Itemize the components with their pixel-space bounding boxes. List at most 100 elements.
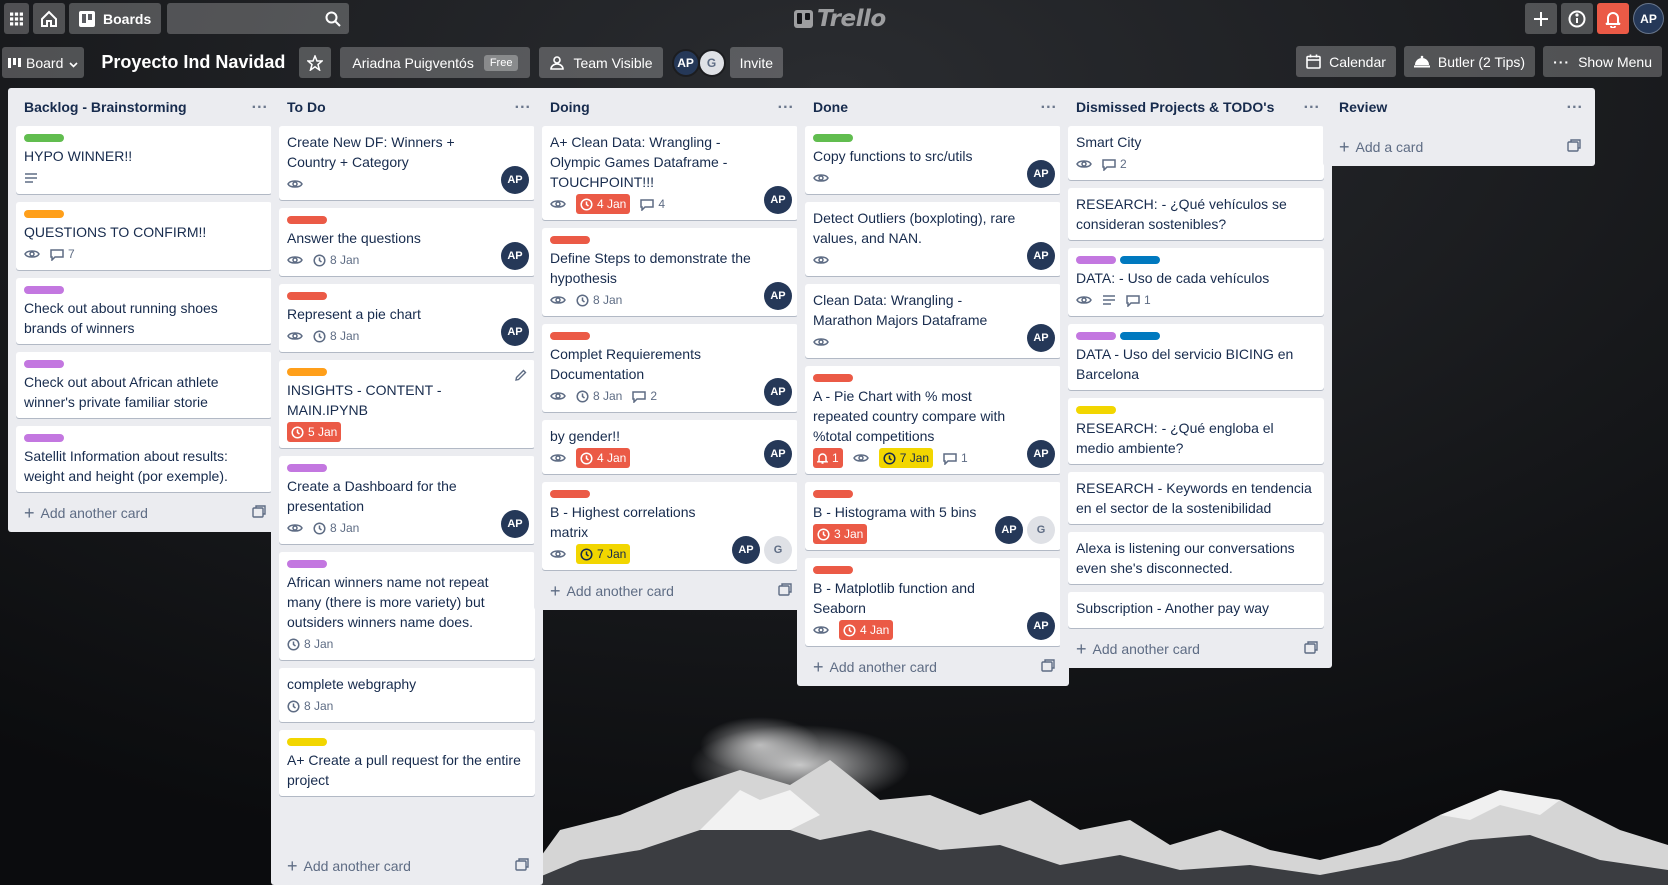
member-avatar[interactable]: AP xyxy=(995,516,1023,544)
card[interactable]: Represent a pie chart 8 Jan AP xyxy=(279,284,535,352)
member-avatar[interactable]: AP xyxy=(501,510,529,538)
card[interactable]: B - Matplotlib function and Seaborn 4 Jan… xyxy=(805,558,1061,646)
card[interactable]: DATA: - Uso de cada vehículos 1 xyxy=(1068,248,1324,316)
workspace-button[interactable]: Ariadna Puigventós Free xyxy=(340,47,531,78)
board-title[interactable]: Proyecto Ind Navidad xyxy=(101,52,285,73)
card-template-icon[interactable] xyxy=(1567,139,1581,155)
list-menu-button[interactable]: ... xyxy=(515,96,531,112)
card[interactable]: Complet Requierements Documentation 8 Jan… xyxy=(542,324,798,412)
create-button[interactable] xyxy=(1525,3,1557,34)
member-avatar[interactable]: AP xyxy=(732,536,760,564)
card[interactable]: Detect Outliers (boxploting), rare value… xyxy=(805,202,1061,276)
add-card-button[interactable]: + Add a card xyxy=(1331,128,1587,166)
card[interactable]: RESEARCH: - ¿Qué vehículos se consideran… xyxy=(1068,188,1324,240)
show-menu-button[interactable]: ··· Show Menu xyxy=(1543,46,1662,77)
member-avatar[interactable]: AP xyxy=(671,48,700,77)
due-date-badge[interactable]: 8 Jan xyxy=(313,518,359,538)
card[interactable]: Check out about African athlete winner's… xyxy=(16,352,272,418)
card[interactable]: Alexa is listening our conversations eve… xyxy=(1068,532,1324,584)
star-button[interactable] xyxy=(299,47,332,78)
card-template-icon[interactable] xyxy=(778,583,792,599)
card[interactable]: A+ Clean Data: Wrangling - Olympic Games… xyxy=(542,126,798,220)
card[interactable]: B - Histograma with 5 bins 3 Jan AP G xyxy=(805,482,1061,550)
card-label[interactable] xyxy=(550,332,590,340)
overdue-badge[interactable]: 3 Jan xyxy=(813,524,868,544)
card-label[interactable] xyxy=(24,134,64,142)
member-avatar[interactable]: AP xyxy=(1027,160,1055,188)
due-soon-badge[interactable]: 7 Jan xyxy=(878,448,934,468)
card[interactable]: A - Pie Chart with % most repeated count… xyxy=(805,366,1061,474)
card[interactable]: Smart City 2 xyxy=(1068,126,1324,180)
list-menu-button[interactable]: ... xyxy=(1304,96,1320,112)
card[interactable]: Answer the questions 8 Jan AP xyxy=(279,208,535,276)
card-template-icon[interactable] xyxy=(1041,659,1055,675)
calendar-button[interactable]: Calendar xyxy=(1296,46,1396,77)
member-avatar[interactable]: AP xyxy=(1027,324,1055,352)
card-label[interactable] xyxy=(24,434,64,442)
user-avatar[interactable]: AP xyxy=(1633,3,1664,34)
member-avatar[interactable]: AP xyxy=(764,282,792,310)
overdue-badge[interactable]: 4 Jan xyxy=(576,448,631,468)
boards-button[interactable]: Boards xyxy=(69,3,162,34)
card[interactable]: DATA - Uso del servicio BICING en Barcel… xyxy=(1068,324,1324,390)
overdue-badge[interactable]: 4 Jan xyxy=(839,620,894,640)
apps-button[interactable] xyxy=(4,3,29,34)
member-avatar[interactable]: G xyxy=(697,48,726,77)
list-title[interactable]: Doing xyxy=(550,99,590,115)
card[interactable]: complete webgraphy 8 Jan xyxy=(279,668,535,722)
card-label[interactable] xyxy=(24,210,64,218)
info-button[interactable] xyxy=(1561,3,1593,34)
card[interactable]: Satellit Information about results: weig… xyxy=(16,426,272,492)
due-date-badge[interactable]: 8 Jan xyxy=(576,386,622,406)
search-input[interactable] xyxy=(167,3,350,34)
card[interactable]: RESEARCH - Keywords en tendencia en el s… xyxy=(1068,472,1324,524)
card[interactable]: INSIGHTS - CONTENT - MAIN.IPYNB 5 Jan xyxy=(279,360,535,448)
member-avatar[interactable]: AP xyxy=(764,186,792,214)
card[interactable]: Create New DF: Winners + Country + Categ… xyxy=(279,126,535,200)
card-template-icon[interactable] xyxy=(252,505,266,521)
card-label[interactable] xyxy=(1076,332,1116,340)
notifications-button[interactable] xyxy=(1597,3,1629,34)
card-label[interactable] xyxy=(287,292,327,300)
due-date-badge[interactable]: 8 Jan xyxy=(313,326,359,346)
due-date-badge[interactable]: 8 Jan xyxy=(313,250,359,270)
member-avatar[interactable]: AP xyxy=(501,242,529,270)
due-soon-badge[interactable]: 7 Jan xyxy=(576,544,631,564)
card-label[interactable] xyxy=(813,374,853,382)
visibility-button[interactable]: Team Visible xyxy=(539,47,663,78)
member-avatar[interactable]: G xyxy=(764,536,792,564)
list-title[interactable]: Backlog - Brainstorming xyxy=(24,99,187,115)
card-label[interactable] xyxy=(287,368,327,376)
list-menu-button[interactable]: ... xyxy=(1041,96,1057,112)
member-avatar[interactable]: AP xyxy=(501,318,529,346)
due-date-badge[interactable]: 8 Jan xyxy=(287,696,333,716)
card[interactable]: B - Highest correlations matrix 7 Jan AP G xyxy=(542,482,798,570)
card[interactable]: QUESTIONS TO CONFIRM!! 7 xyxy=(16,202,272,270)
card-label[interactable] xyxy=(24,286,64,294)
card-label[interactable] xyxy=(550,236,590,244)
card-label[interactable] xyxy=(813,490,853,498)
card-template-icon[interactable] xyxy=(515,858,529,874)
add-card-button[interactable]: + Add another card xyxy=(1068,630,1324,668)
board-view-switcher[interactable]: Board xyxy=(2,47,85,78)
card[interactable]: A+ Create a pull request for the entire … xyxy=(279,730,535,796)
member-avatar[interactable]: AP xyxy=(764,378,792,406)
member-avatar[interactable]: AP xyxy=(501,166,529,194)
card-label[interactable] xyxy=(287,560,327,568)
card[interactable]: Copy functions to src/utils AP xyxy=(805,126,1061,194)
due-date-badge[interactable]: 8 Jan xyxy=(287,634,333,654)
list-title[interactable]: To Do xyxy=(287,99,326,115)
card[interactable]: Define Steps to demonstrate the hypothes… xyxy=(542,228,798,316)
card[interactable]: African winners name not repeat many (th… xyxy=(279,552,535,660)
card-label[interactable] xyxy=(813,134,853,142)
card[interactable]: Subscription - Another pay way xyxy=(1068,592,1324,628)
member-avatar[interactable]: AP xyxy=(764,440,792,468)
list-title[interactable]: Dismissed Projects & TODO's xyxy=(1076,99,1274,115)
list-title[interactable]: Review xyxy=(1339,99,1387,115)
add-card-button[interactable]: + Add another card xyxy=(542,572,798,610)
add-card-button[interactable]: + Add another card xyxy=(279,847,535,885)
card-label[interactable] xyxy=(1120,256,1160,264)
overdue-badge[interactable]: 5 Jan xyxy=(287,422,342,442)
list-menu-button[interactable]: ... xyxy=(252,96,268,112)
add-card-button[interactable]: + Add another card xyxy=(16,494,272,532)
